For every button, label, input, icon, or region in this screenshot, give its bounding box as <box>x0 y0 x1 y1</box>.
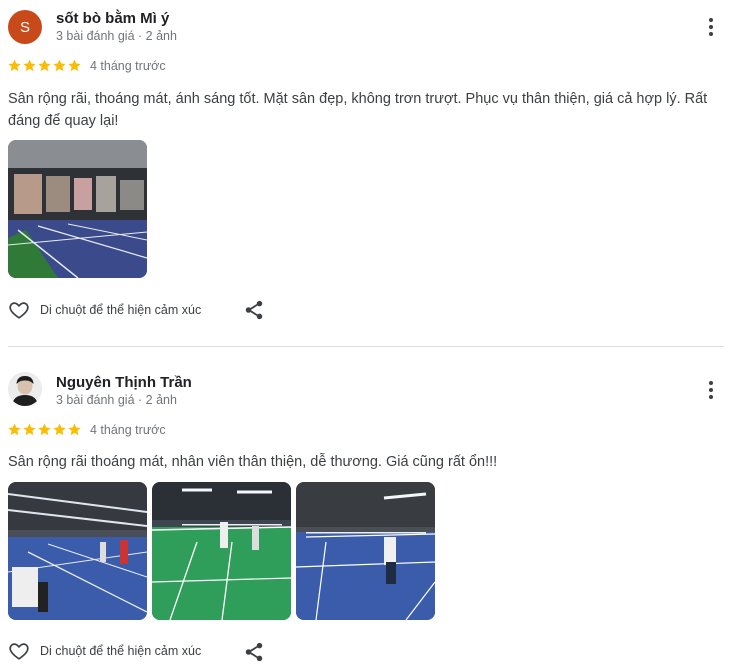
star-icon <box>53 423 66 436</box>
review-photo[interactable] <box>296 482 435 620</box>
star-icon <box>38 423 51 436</box>
avatar-letter: S <box>19 18 30 36</box>
heart-outline-icon <box>9 302 29 319</box>
more-vert-icon <box>709 381 713 385</box>
star-icon <box>8 59 21 72</box>
more-vert-icon <box>709 18 713 22</box>
star-icon <box>38 59 51 72</box>
star-rating <box>7 422 82 437</box>
reviewer-name[interactable]: Nguyên Thịnh Trần <box>56 374 192 391</box>
more-options-button[interactable] <box>700 14 722 40</box>
react-button[interactable]: Di chuột để thể hiện cảm xúc <box>8 640 201 662</box>
share-icon[interactable] <box>243 641 265 663</box>
heart-outline-icon <box>9 643 29 660</box>
review-photo[interactable] <box>8 140 147 278</box>
review-text: Sân rộng rãi, thoáng mát, ánh sáng tốt. … <box>8 91 708 129</box>
star-icon <box>53 59 66 72</box>
review-time: 4 tháng trước <box>90 59 166 73</box>
star-icon <box>8 423 21 436</box>
avatar-photo-icon <box>8 372 42 406</box>
reviewer-meta: 3 bài đánh giá · 2 ảnh <box>56 29 177 43</box>
review-divider <box>8 346 724 347</box>
review-photo[interactable] <box>152 482 291 620</box>
review-time: 4 tháng trước <box>90 423 166 437</box>
star-icon <box>23 423 36 436</box>
avatar[interactable] <box>8 372 42 406</box>
share-icon[interactable] <box>243 299 265 321</box>
review-photo[interactable] <box>8 482 147 620</box>
avatar[interactable]: S <box>8 10 42 44</box>
reviewer-meta: 3 bài đánh giá · 2 ảnh <box>56 393 177 407</box>
react-label: Di chuột để thể hiện cảm xúc <box>40 644 202 658</box>
more-options-button[interactable] <box>700 377 722 403</box>
react-button[interactable]: Di chuột để thể hiện cảm xúc <box>8 299 201 321</box>
star-icon <box>68 423 81 436</box>
reviewer-name[interactable]: sốt bò bằm Mì ý <box>56 10 169 27</box>
react-label: Di chuột để thể hiện cảm xúc <box>40 303 202 317</box>
star-icon <box>68 59 81 72</box>
star-icon <box>23 59 36 72</box>
review-text: Sân rộng rãi thoáng mát, nhân viên thân … <box>8 454 498 470</box>
star-rating <box>7 58 82 73</box>
